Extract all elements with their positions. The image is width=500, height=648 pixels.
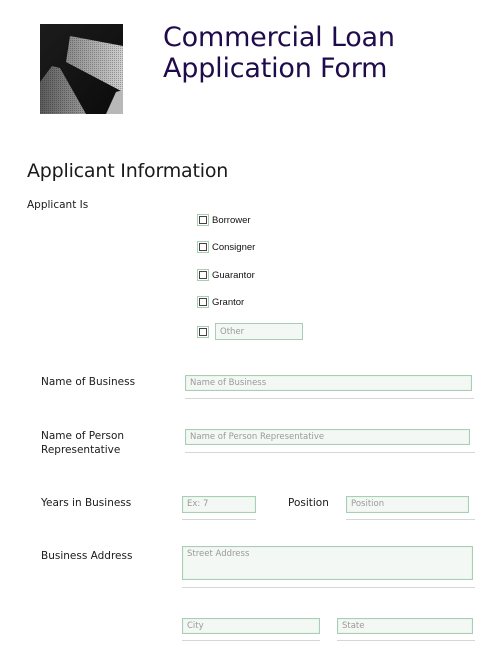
applicant-is-label: Applicant Is [27, 199, 89, 211]
business-address-label: Business Address [41, 550, 133, 562]
business-name-input[interactable]: Name of Business [185, 375, 472, 391]
grantor-label: Grantor [212, 296, 245, 308]
guarantor-label: Guarantor [212, 269, 255, 281]
borrower-checkbox[interactable] [197, 214, 209, 226]
state-underline [337, 640, 475, 641]
option-consigner[interactable]: Consigner [197, 240, 255, 254]
option-other[interactable]: Other [197, 323, 303, 340]
position-label: Position [288, 497, 329, 509]
guarantor-checkbox[interactable] [197, 269, 209, 281]
option-borrower[interactable]: Borrower [197, 213, 251, 227]
representative-input[interactable]: Name of Person Representative [185, 429, 470, 445]
position-underline [346, 519, 475, 520]
business-name-label: Name of Business [41, 376, 136, 388]
years-in-business-label: Years in Business [41, 497, 132, 509]
state-input[interactable]: State [337, 618, 473, 634]
skyscraper-photo-icon [40, 24, 123, 114]
years-in-business-input[interactable]: Ex: 7 [182, 496, 256, 513]
business-name-underline [185, 398, 474, 399]
street-address-underline [182, 587, 475, 588]
city-underline [182, 640, 320, 641]
representative-underline [185, 452, 475, 453]
section-title-applicant-information: Applicant Information [27, 160, 229, 182]
consigner-label: Consigner [212, 241, 256, 253]
representative-label: Name of Person Representative [41, 430, 125, 456]
form-title: Commercial Loan Application Form [163, 22, 395, 84]
position-input[interactable]: Position [346, 496, 469, 513]
borrower-label: Borrower [212, 214, 251, 226]
form-title-line-2: Application Form [163, 53, 388, 84]
other-checkbox[interactable] [197, 325, 209, 338]
other-input[interactable]: Other [215, 323, 303, 340]
skyscraper-logo-image [40, 24, 123, 114]
grantor-checkbox[interactable] [197, 296, 209, 308]
consigner-checkbox[interactable] [197, 241, 209, 253]
form-title-line-1: Commercial Loan [163, 22, 395, 53]
street-address-input[interactable]: Street Address [182, 546, 473, 580]
loan-application-page: Commercial Loan Application Form Applica… [0, 0, 500, 648]
option-guarantor[interactable]: Guarantor [197, 268, 255, 282]
option-grantor[interactable]: Grantor [197, 295, 244, 309]
years-in-business-underline [182, 519, 256, 520]
city-input[interactable]: City [182, 618, 320, 634]
